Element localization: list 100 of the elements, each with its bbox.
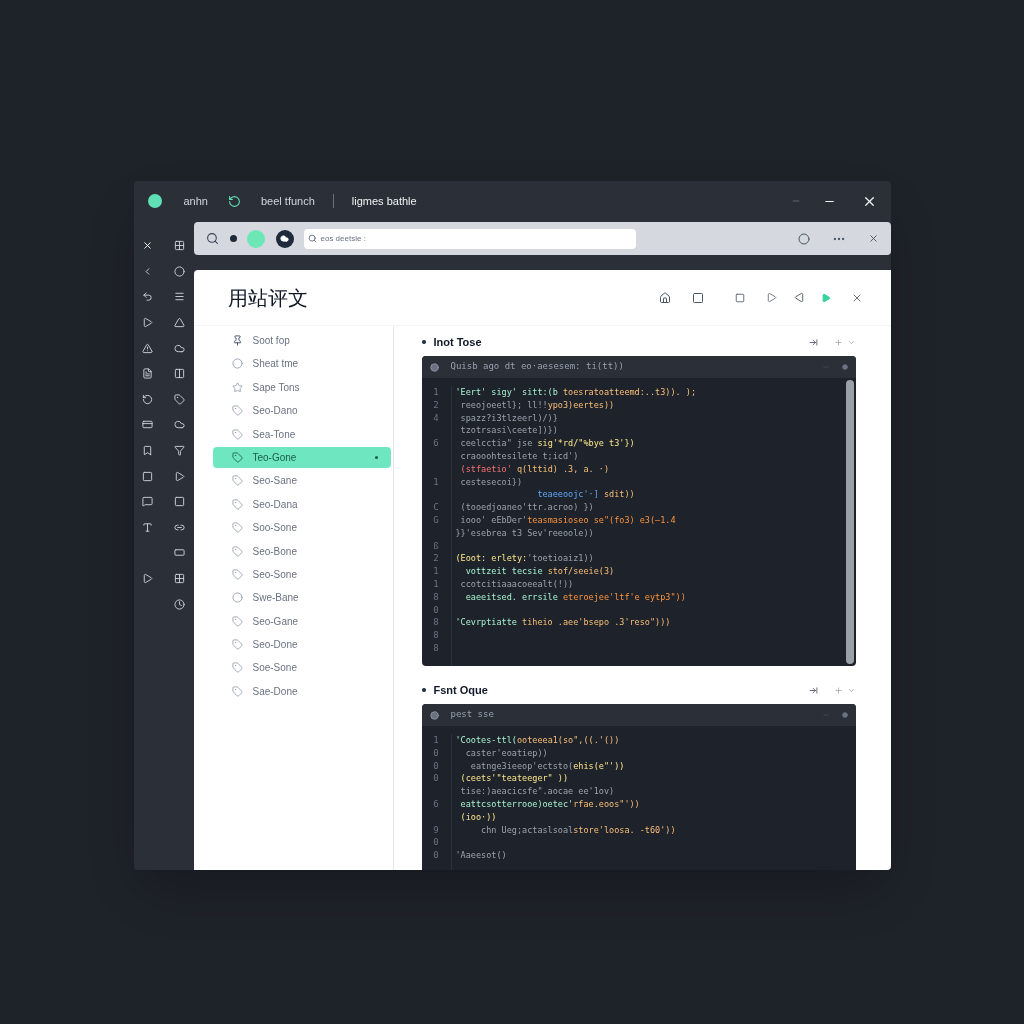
collapse-icon[interactable] <box>808 337 818 347</box>
title-text[interactable]: beel tfunch <box>261 192 315 210</box>
grid-icon[interactable] <box>174 573 185 584</box>
page-heading: 用站评文 <box>227 284 308 312</box>
line-number: 1 <box>433 475 439 489</box>
line-number: 0 <box>433 759 439 773</box>
sidebar-item[interactable]: Soo-Sone <box>212 517 391 539</box>
line-number: 0 <box>433 836 439 850</box>
comment-icon[interactable] <box>142 496 153 508</box>
line-number: 0 <box>433 849 439 862</box>
refresh-icon[interactable] <box>228 194 241 208</box>
line-number: 9 <box>433 823 439 837</box>
play-icon[interactable] <box>142 317 153 329</box>
line-number: 6 <box>433 798 439 811</box>
play-icon[interactable] <box>142 573 153 584</box>
circle-icon <box>231 592 243 604</box>
sidebar-item[interactable]: Sae-Done <box>212 680 391 702</box>
panel-title: Quisb ago dt eo·aesesem: ti(tt)) <box>450 360 624 374</box>
title-text[interactable]: ligmes bathle <box>351 192 417 210</box>
bullet-icon <box>421 688 426 692</box>
line-number: 4 <box>433 411 439 425</box>
tag-icon <box>231 451 243 463</box>
menu-icon[interactable] <box>174 291 185 303</box>
title-text[interactable]: anhn <box>183 192 208 210</box>
sidebar-item[interactable]: Seo-Sone <box>212 563 391 585</box>
tag-icon <box>231 662 243 674</box>
text-icon[interactable] <box>142 521 153 533</box>
collapse-icon[interactable] <box>808 685 818 695</box>
line-number: C <box>433 501 439 514</box>
search-icon[interactable] <box>205 232 219 245</box>
cloud-icon[interactable] <box>174 419 185 431</box>
sidebar-item[interactable]: Seo-Sane <box>212 470 391 492</box>
search-field[interactable]: eos deetsie : <box>303 228 636 249</box>
close-icon[interactable] <box>142 240 153 252</box>
sidebar-item[interactable]: Seo-Gane <box>212 610 391 632</box>
columns-icon[interactable] <box>174 368 185 380</box>
code-line: cestesecoi}) <box>459 475 523 489</box>
sidebar-item[interactable]: Sheat tme <box>212 353 391 375</box>
tag-icon <box>231 522 243 534</box>
line-number: 1 <box>433 577 439 591</box>
card-icon[interactable] <box>142 419 153 431</box>
code-line: (Eoot: erlety:'toetioaiz1)) <box>455 552 594 566</box>
square-icon[interactable] <box>691 291 704 304</box>
line-number: 1 <box>433 734 439 747</box>
tag-icon[interactable] <box>174 393 185 405</box>
tag-icon <box>231 498 243 510</box>
sidebar-item[interactable]: Soe-Sone <box>212 657 391 679</box>
code-line: tzotrsasi\ceete])}) <box>459 424 558 438</box>
line-number: 0 <box>433 603 439 617</box>
line-number: 8 <box>433 629 439 642</box>
sidebar-item[interactable]: Seo-Bone <box>212 540 391 562</box>
back-icon[interactable] <box>793 292 805 303</box>
dot-icon[interactable] <box>841 364 848 370</box>
line-number: 2 <box>433 552 439 566</box>
scrollbar[interactable] <box>845 380 854 664</box>
tag-icon <box>231 545 243 557</box>
sidebar-item[interactable]: Seo-Done <box>212 634 391 656</box>
sidebar-item[interactable]: Seo-Dana <box>212 493 391 515</box>
square-icon[interactable] <box>734 292 745 303</box>
grid-icon[interactable] <box>174 240 185 252</box>
sidebar-item[interactable]: Soot fop <box>212 330 391 351</box>
line-number: 2 <box>433 398 439 412</box>
line-number: G <box>433 513 439 527</box>
bookmark-icon[interactable] <box>142 445 153 457</box>
line-number: 8 <box>433 641 439 655</box>
line-number: 6 <box>433 437 439 450</box>
undo-icon[interactable] <box>142 291 153 303</box>
cloud-icon[interactable] <box>174 342 185 354</box>
play-icon[interactable] <box>174 470 185 482</box>
sidebar-item[interactable]: Swe-Bane <box>212 587 391 609</box>
cloud-button[interactable] <box>275 229 294 248</box>
play-icon[interactable] <box>765 292 777 303</box>
code-line: caster'eoatiep)) <box>464 746 548 760</box>
rectangle-icon[interactable] <box>174 547 185 559</box>
code-line: 'Cevrptiatte tiheio .aee'bsepo .3'reso"))) <box>455 616 671 630</box>
line-number: 0 <box>433 746 439 760</box>
line-number: 1 <box>433 565 439 578</box>
document-icon[interactable] <box>142 368 153 380</box>
warning-icon[interactable] <box>142 342 153 354</box>
line-number: 1 <box>433 386 439 399</box>
code-line: reeojoeetl}; ll!!ypo3)eertes)) <box>459 398 615 412</box>
dot-icon[interactable] <box>841 712 848 718</box>
sidebar-item[interactable]: Sea-Tone <box>212 423 391 445</box>
code-line: 'Eert' sigy' sitt:(b toesratoatteemd:..t3)). ); <box>455 386 697 399</box>
pin-icon <box>231 335 243 346</box>
cloud-icon <box>280 234 289 243</box>
triangle-icon[interactable] <box>174 317 185 329</box>
filter-icon[interactable] <box>174 445 185 457</box>
refresh-icon[interactable] <box>142 393 153 405</box>
circle-icon <box>429 710 439 720</box>
line-number: ß <box>433 539 439 553</box>
home-icon[interactable] <box>658 291 671 304</box>
circle-icon[interactable] <box>797 232 810 245</box>
code-line: teaeeoojc'·] sdit)) <box>536 488 635 502</box>
section-title: Inot Tose <box>433 334 482 350</box>
tag-icon <box>231 428 243 440</box>
sidebar-item[interactable]: Seo-Dano <box>212 400 391 422</box>
sidebar-item[interactable]: Sape Tons <box>212 376 391 398</box>
clock-icon[interactable] <box>174 598 185 610</box>
sidebar-item[interactable]: Teo-Gone <box>212 446 391 468</box>
